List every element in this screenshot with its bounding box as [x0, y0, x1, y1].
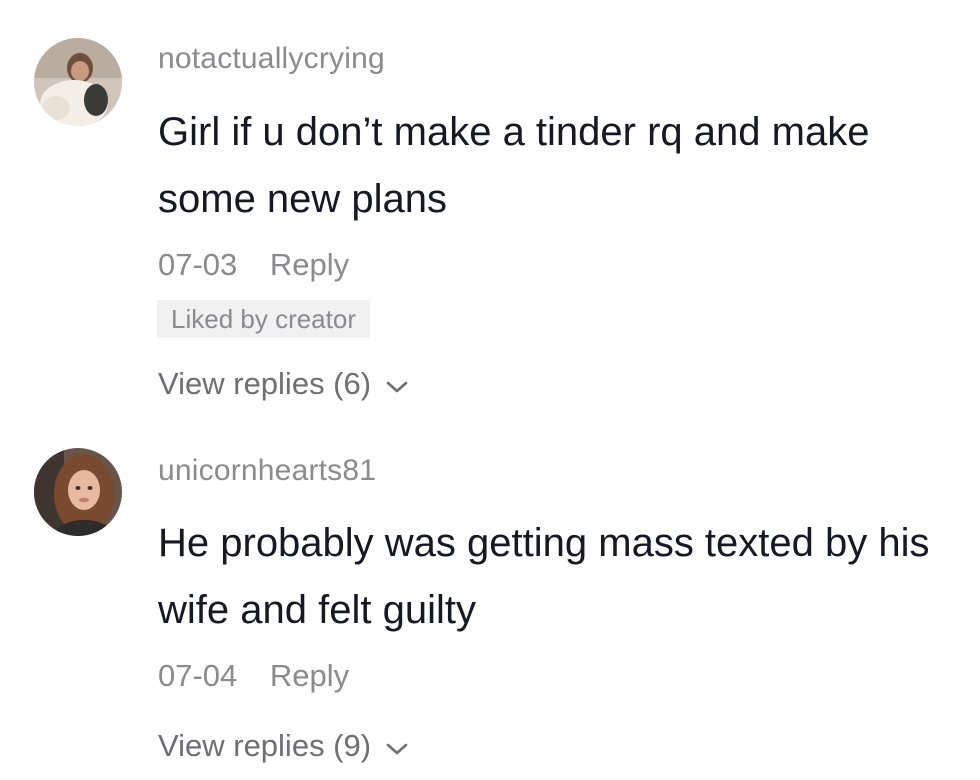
reply-button[interactable]: Reply: [270, 658, 349, 693]
avatar-photo: [34, 448, 122, 536]
view-replies-button[interactable]: View replies (6): [158, 366, 408, 402]
chevron-down-icon: [386, 728, 408, 764]
comment-username[interactable]: notactuallycrying: [158, 42, 385, 76]
comment-username[interactable]: unicornhearts81: [158, 454, 376, 488]
comment-thread: { "comments": [ { "username": "notactual…: [0, 0, 980, 780]
comment-text: Girl if u don’t make a tinder rq and mak…: [158, 110, 870, 221]
view-replies-label: View replies (9): [158, 728, 372, 763]
view-replies-button[interactable]: View replies (9): [158, 728, 408, 764]
reply-button[interactable]: Reply: [270, 247, 349, 282]
avatar[interactable]: [34, 448, 122, 536]
avatar-photo: [34, 38, 122, 126]
comment-text: He probably was getting mass texted by h…: [158, 521, 930, 632]
comment-meta: 07-03 Reply: [158, 247, 349, 283]
comment-date: 07-04: [158, 658, 238, 693]
avatar[interactable]: [34, 38, 122, 126]
comment-date: 07-03: [158, 247, 238, 282]
view-replies-label: View replies (6): [158, 366, 372, 401]
liked-by-creator-badge: Liked by creator: [157, 300, 370, 338]
chevron-down-icon: [386, 366, 408, 402]
comment-meta: 07-04 Reply: [158, 658, 349, 694]
